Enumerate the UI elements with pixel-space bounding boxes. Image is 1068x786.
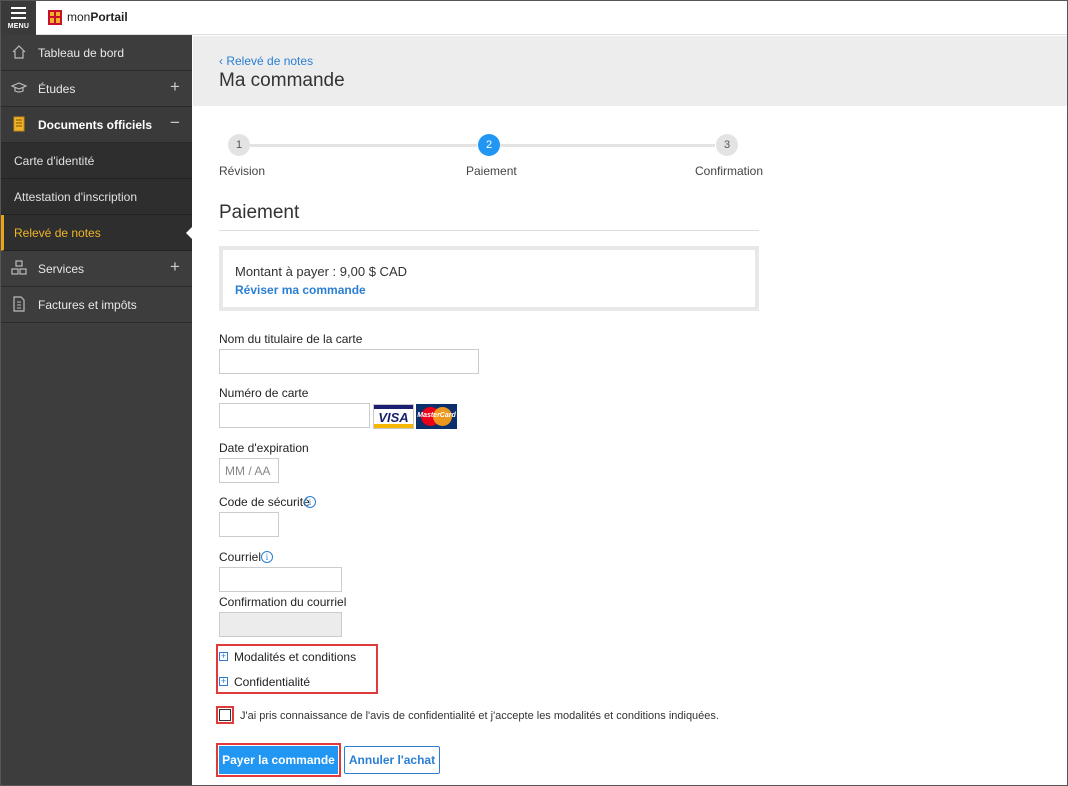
accept-terms-label: J'ai pris connaissance de l'avis de conf… (240, 710, 719, 722)
mastercard-logo-icon: MasterCard (416, 404, 457, 429)
top-bar: MENU monPortail (1, 1, 1067, 35)
sidebar-subitem-carte-identite[interactable]: Carte d'identité (1, 143, 192, 179)
stepper-line (250, 144, 477, 147)
page-header: ‹ Relevé de notes Ma commande (193, 36, 1067, 106)
email-confirm-label: Confirmation du courriel (219, 595, 347, 609)
sidebar: Tableau de bord Études + Documents offic… (1, 35, 193, 785)
expiry-input[interactable] (219, 458, 279, 483)
breadcrumb[interactable]: ‹ Relevé de notes (219, 54, 313, 68)
conditions-label: Modalités et conditions (234, 650, 357, 664)
expand-icon[interactable]: + (170, 257, 180, 277)
sidebar-item-label: Services (38, 262, 85, 276)
review-order-link[interactable]: Réviser ma commande (235, 283, 366, 297)
step-2-circle: 2 (478, 134, 500, 156)
breadcrumb-link[interactable]: Relevé de notes (226, 54, 313, 68)
sidebar-subitem-label: Relevé de notes (14, 226, 101, 240)
boxes-icon (11, 260, 27, 275)
accept-terms-checkbox[interactable] (219, 709, 231, 721)
sidebar-item-label: Documents officiels (38, 118, 153, 132)
cardholder-label: Nom du titulaire de la carte (219, 332, 363, 346)
divider (219, 230, 759, 231)
amount-label: Montant à payer : (235, 264, 337, 279)
step-3-circle: 3 (716, 134, 738, 156)
plus-icon: + (219, 651, 228, 661)
brand-name[interactable]: monPortail (67, 10, 128, 24)
step-1-label: Révision (219, 164, 266, 178)
card-number-input[interactable] (219, 403, 370, 428)
hamburger-icon (11, 7, 26, 22)
menu-button[interactable]: MENU (1, 1, 36, 35)
security-code-label: Code de sécurité (219, 495, 310, 509)
security-code-input[interactable] (219, 512, 279, 537)
browser-frame: MENU monPortail Tableau de bord Études +… (0, 0, 1068, 786)
home-icon (12, 45, 26, 59)
expiry-label: Date d'expiration (219, 441, 309, 455)
amount-line: Montant à payer : 9,00 $ CAD (235, 264, 407, 279)
sidebar-subitem-releve-de-notes[interactable]: Relevé de notes (1, 215, 193, 251)
menu-label: MENU (7, 23, 30, 30)
visa-text: VISA (378, 410, 409, 425)
invoice-icon (13, 296, 25, 312)
graduation-cap-icon (11, 82, 27, 93)
sidebar-item-tableau-de-bord[interactable]: Tableau de bord (1, 35, 192, 71)
sidebar-item-label: Études (38, 82, 76, 96)
sidebar-item-documents-officiels[interactable]: Documents officiels − (1, 107, 192, 143)
brand-suffix: Portail (90, 10, 128, 24)
amount-value: 9,00 $ CAD (339, 264, 407, 279)
brand-prefix: mon (67, 10, 91, 24)
section-title: Paiement (219, 202, 300, 223)
expand-icon[interactable]: + (170, 77, 180, 97)
sidebar-item-services[interactable]: Services + (1, 251, 192, 287)
sidebar-subitem-label: Attestation d'inscription (14, 190, 138, 204)
stepper-line (500, 144, 715, 147)
mastercard-text: MasterCard (417, 412, 456, 419)
cancel-purchase-button[interactable]: Annuler l'achat (344, 746, 440, 774)
logo-icon (48, 10, 62, 25)
sidebar-item-etudes[interactable]: Études + (1, 71, 192, 107)
email-label: Courriel (219, 550, 262, 564)
document-icon (13, 116, 25, 132)
plus-icon: + (219, 676, 228, 686)
sidebar-item-label: Tableau de bord (38, 46, 125, 60)
page-title: Ma commande (219, 70, 345, 91)
step-3-label: Confirmation (695, 164, 764, 178)
sidebar-item-factures[interactable]: Factures et impôts (1, 287, 192, 323)
email-confirm-input[interactable] (219, 612, 342, 637)
sidebar-subitem-label: Carte d'identité (14, 154, 95, 168)
sidebar-item-label: Factures et impôts (38, 298, 137, 312)
info-icon[interactable]: i (304, 496, 316, 508)
amount-box: Montant à payer : 9,00 $ CAD Réviser ma … (219, 246, 759, 311)
cardholder-input[interactable] (219, 349, 479, 374)
step-2-label: Paiement (466, 164, 517, 178)
visa-logo-icon: VISA (373, 404, 414, 429)
sidebar-subitem-attestation[interactable]: Attestation d'inscription (1, 179, 192, 215)
card-number-label: Numéro de carte (219, 386, 309, 400)
email-input[interactable] (219, 567, 342, 592)
privacy-label: Confidentialité (234, 675, 311, 689)
pay-order-button[interactable]: Payer la commande (219, 746, 338, 774)
step-1-circle: 1 (228, 134, 250, 156)
info-icon[interactable]: i (261, 551, 273, 563)
collapse-icon[interactable]: − (170, 113, 180, 133)
